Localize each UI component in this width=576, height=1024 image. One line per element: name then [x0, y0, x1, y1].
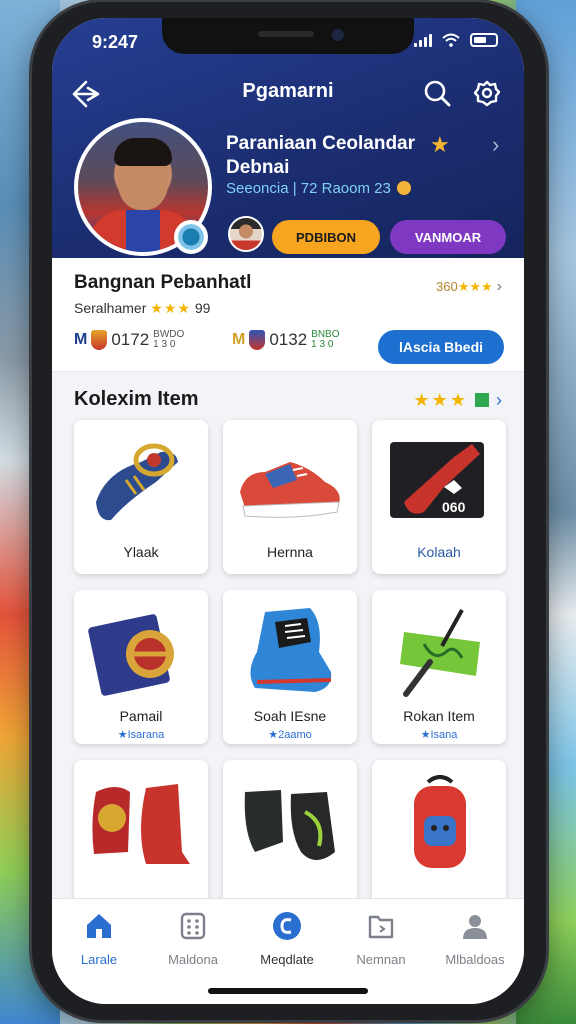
item-label: Soah IEsne	[253, 708, 327, 724]
chevron-right-icon: ›	[496, 278, 502, 295]
shin-guard-icon	[92, 784, 190, 864]
item-card[interactable]	[372, 760, 506, 914]
team-badge-icon	[174, 220, 208, 254]
profile-stat: Seeoncia | 72 Raoom 23	[226, 180, 412, 197]
keeper-glove-icon: 060	[390, 442, 484, 518]
grid-icon	[180, 912, 206, 940]
chevron-right-icon: ›	[496, 390, 504, 410]
item-sub: ★2aamo	[268, 729, 312, 741]
profile-stat-text: Seeoncia | 72 Raoom 23	[226, 180, 391, 197]
team-a-score: 0172	[111, 330, 150, 349]
rating-link[interactable]: 360★★★ ›	[436, 278, 502, 296]
page-title: Pgamarni	[242, 80, 334, 102]
tab-label: Meqdlate	[260, 952, 314, 967]
team-a-detail-bottom: 1 3 0	[153, 339, 176, 350]
tab-label: Larale	[80, 952, 118, 967]
info-sub-suffix: 99	[194, 300, 211, 316]
mini-avatar[interactable]	[228, 216, 264, 252]
svg-text:060: 060	[442, 499, 466, 515]
wifi-icon	[442, 33, 460, 47]
list-icon	[474, 393, 489, 407]
item-card[interactable]: Soah IEsne ★2aamo	[223, 590, 357, 744]
badge-icon	[273, 912, 301, 940]
item-card[interactable]	[74, 760, 208, 914]
info-sub-prefix: Seralhamer	[74, 300, 147, 316]
profile-name: Paraniaan Ceolandar Debnai	[226, 133, 416, 178]
home-indicator[interactable]	[208, 988, 368, 994]
top-bar: Pgamarni	[52, 74, 524, 114]
medal-book-icon	[88, 614, 174, 696]
search-icon[interactable]	[422, 78, 452, 108]
score-team-b: M 0132 BNBO 1 3 0	[232, 330, 340, 350]
signal-icon	[414, 33, 432, 47]
item-card[interactable]: Pamail ★Isarana	[74, 590, 208, 744]
tab-folder[interactable]: Nemnan	[334, 911, 428, 967]
item-card[interactable]: Rokan Item ★Isana	[372, 590, 506, 744]
item-card[interactable]: 060 Kolaah	[372, 420, 506, 574]
notch	[162, 18, 414, 54]
section-actions[interactable]: ★★★ ›	[414, 390, 504, 411]
team-a-detail: BWDO 1 3 0	[153, 330, 184, 350]
sneaker-icon	[240, 462, 340, 518]
item-label: Ylaak	[123, 544, 159, 560]
tab-label: Maldona	[168, 952, 218, 967]
star-icon: ★	[430, 132, 450, 157]
home-icon	[87, 914, 111, 938]
bat-icon	[400, 609, 480, 697]
tab-label: Nemnan	[356, 952, 406, 967]
secondary-button[interactable]: VANMOAR	[390, 220, 506, 254]
bracelet-icon	[96, 443, 178, 521]
item-label: Hernna	[267, 544, 313, 560]
status-icons	[414, 33, 498, 47]
item-label: Rokan Item	[403, 708, 475, 724]
item-card[interactable]: Ylaak	[74, 420, 208, 574]
score-team-a: M 0172 BWDO 1 3 0	[74, 330, 184, 350]
rating-text: 360	[436, 279, 458, 294]
bottom-tab-bar: Larale Maldona Meqdlate Nemnan Mlbaldoas	[52, 898, 524, 1004]
action-button[interactable]: lAscia Bbedi	[378, 330, 504, 364]
battery-icon	[470, 33, 498, 47]
info-stars: ★★★	[150, 300, 191, 316]
camera	[332, 29, 344, 41]
profile-header: 9:247 Pgamarni Paraniaan Ceolandar Debna…	[52, 18, 524, 258]
info-card: Bangnan Pebanhatl Seralhamer ★★★ 99 360★…	[52, 258, 524, 372]
rating-stars: ★★★	[457, 279, 493, 294]
coin-icon	[397, 181, 412, 195]
team-b-detail: BNBO 1 3 0	[311, 330, 339, 350]
boot-icon	[250, 608, 332, 692]
item-label: Kolaah	[417, 544, 461, 560]
item-sub: ★Isana	[420, 729, 458, 741]
item-card[interactable]	[223, 760, 357, 914]
tab-center[interactable]: Meqdlate	[240, 911, 334, 967]
tab-profile[interactable]: Mlbaldoas	[428, 911, 522, 967]
chevron-right-icon[interactable]: ›	[492, 132, 499, 158]
section-title: Kolexim Item	[74, 388, 199, 410]
speaker	[258, 31, 314, 37]
folder-icon	[368, 915, 394, 939]
gear-icon[interactable]	[472, 78, 502, 108]
gloves-icon	[244, 790, 335, 860]
primary-button[interactable]: PDBIBON	[272, 220, 380, 254]
item-card[interactable]: Hernna	[223, 420, 357, 574]
backpack-icon	[414, 775, 466, 868]
item-label: Pamail	[119, 708, 163, 724]
item-grid: Ylaak Hernna 060 Kolaah Pamail ★Isarana …	[74, 420, 506, 914]
team-a-crest-icon	[91, 330, 108, 350]
app-screen: 9:247 Pgamarni Paraniaan Ceolandar Debna…	[52, 18, 524, 1004]
info-title: Bangnan Pebanhatl	[74, 272, 252, 293]
team-b-detail-bottom: 1 3 0	[311, 339, 334, 350]
status-time: 9:247	[92, 32, 139, 52]
team-b-crest-icon	[249, 330, 266, 350]
team-a-code: M	[74, 331, 88, 348]
tab-home[interactable]: Larale	[52, 911, 146, 967]
team-b-code: M	[232, 331, 246, 348]
item-sub: ★Isarana	[117, 729, 165, 741]
tab-menu[interactable]: Maldona	[146, 911, 240, 967]
tab-label: Mlbaldoas	[445, 952, 505, 967]
section-stars: ★★★	[413, 390, 468, 410]
user-icon	[463, 915, 487, 939]
team-b-score: 0132	[269, 330, 308, 349]
info-subtitle: Seralhamer ★★★ 99	[74, 300, 210, 317]
